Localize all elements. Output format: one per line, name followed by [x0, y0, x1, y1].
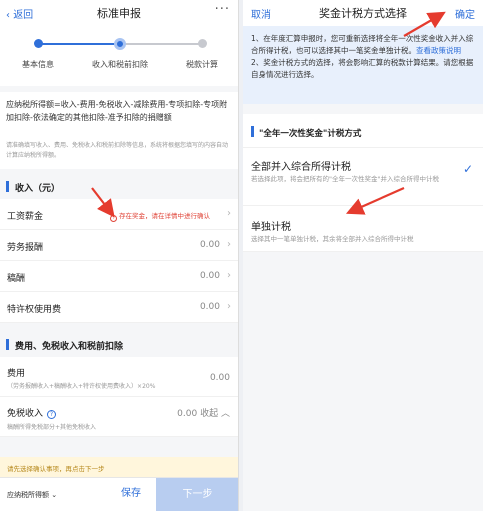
row-sub: 稿酬所得免税部分+其他免税收入 [7, 424, 97, 431]
row-label: 费用 [7, 369, 26, 379]
section-bar [6, 339, 9, 350]
policy-link[interactable]: 查看政策说明 [416, 46, 461, 55]
row-value-wrap: 0.00 收起 ︿ [177, 406, 230, 419]
notice-text-2: 2、奖金计税方式的选择，将会影响汇算的税款计算结果。请您根据自身情况进行选择。 [251, 58, 474, 79]
row-value: 0.00 [199, 271, 220, 281]
tip-banner: 请先选择确认事项，再点击下一步 [0, 457, 238, 477]
check-icon: ✓ [462, 162, 473, 176]
row-label: 劳务报酬 [7, 243, 44, 253]
step-indicator: 基本信息 收入和税前扣除 税款计算 [0, 26, 238, 86]
bonus-method-section-header: "全年一次性奖金"计税方式 [243, 114, 483, 148]
row-value: 0.00 [177, 409, 198, 419]
row-sub: （劳务报酬收入+稿酬收入+特许权使用费收入）×20% [7, 383, 156, 390]
row-label: 工资薪金 [7, 212, 44, 222]
page-title: 标准申报 [97, 7, 141, 20]
step-label-basic: 基本信息 [22, 60, 54, 69]
option-title: 单独计税 [251, 222, 291, 233]
income-row-labor[interactable]: 劳务报酬 0.00 › [0, 230, 238, 261]
income-section-header: 收入（元） [0, 175, 238, 199]
chevron-right-icon: › [227, 239, 231, 250]
section-title: "全年一次性奖金"计税方式 [259, 129, 362, 139]
exempt-row[interactable]: 免税收入? 稿酬所得免税部分+其他免税收入 0.00 收起 ︿ [0, 397, 238, 437]
warning-text: 存在奖金，请在详情中进行确认 [119, 212, 210, 220]
page-title: 奖金计税方式选择 [319, 7, 407, 20]
warning-icon: ! [110, 215, 117, 222]
step-line-todo [120, 43, 202, 45]
income-row-royalty[interactable]: 稿酬 0.00 › [0, 261, 238, 292]
chevron-right-icon: › [227, 208, 231, 219]
right-screen: 取消 奖金计税方式选择 确定 1、在年度汇算申报时，您可重新选择将全年一次性奖金… [243, 0, 483, 511]
option-title: 全部并入综合所得计税 [251, 162, 351, 173]
bottom-bar: 应纳税所得额 ⌄ 保存 下一步 [0, 477, 238, 511]
empty-area [243, 252, 483, 511]
option-combined[interactable]: 全部并入综合所得计税 若选择此项，将会把所有的"全年一次性奖金"并入综合所得中计… [243, 148, 483, 206]
chevron-right-icon: › [227, 301, 231, 312]
row-label: 稿酬 [7, 274, 26, 284]
next-button[interactable]: 下一步 [156, 478, 238, 511]
row-label-wrap: 免税收入? [7, 406, 57, 419]
save-button[interactable]: 保存 [110, 483, 152, 505]
formula-note: 请准确填写收入、费用、免税收入和税前扣除等信息，系统将根据您填写的内容自动计算应… [0, 139, 238, 169]
option-separate[interactable]: 单独计税 选择其中一笔单独计税，其余将全部并入综合所得中计税 [243, 206, 483, 252]
step-dot-income [114, 38, 126, 50]
step-label-income: 收入和税前扣除 [92, 60, 148, 69]
income-row-franchise[interactable]: 特许权使用费 0.00 › [0, 292, 238, 323]
notice-box: 1、在年度汇算申报时，您可重新选择将全年一次性奖金收入并入综合所得计税，也可以选… [243, 26, 483, 104]
section-bar [6, 181, 9, 192]
section-title: 收入（元） [15, 184, 61, 194]
option-desc: 若选择此项，将会把所有的"全年一次性奖金"并入综合所得中计税 [251, 175, 439, 183]
row-label: 免税收入 [7, 409, 44, 419]
chevron-up-icon: ︿ [220, 409, 230, 419]
confirm-button[interactable]: 确定 [455, 6, 475, 21]
help-icon[interactable]: ? [47, 410, 57, 419]
chevron-right-icon: › [227, 270, 231, 281]
row-value: 0.00 [209, 373, 230, 383]
row-label: 特许权使用费 [7, 305, 62, 315]
deduction-section-header: 费用、免税收入和税前扣除 [0, 333, 238, 357]
left-screen: ‹ 返回 标准申报 ··· 基本信息 收入和税前扣除 税款计算 应纳税所得额=收… [0, 0, 239, 511]
income-row-salary[interactable]: 工资薪金 ! 存在奖金，请在详情中进行确认 › [0, 199, 238, 230]
taxable-income-label[interactable]: 应纳税所得额 ⌄ [7, 490, 57, 500]
more-icon[interactable]: ··· [215, 2, 230, 17]
bonus-warning: ! 存在奖金，请在详情中进行确认 [110, 210, 210, 222]
expense-row[interactable]: 费用 （劳务报酬收入+稿酬收入+特许权使用费收入）×20% 0.00 [0, 357, 238, 397]
formula-text: 应纳税所得额=收入-费用-免税收入-减除费用-专项扣除-专项附加扣除-依法确定的… [0, 92, 238, 139]
collapse-toggle[interactable]: 收起 [200, 409, 218, 419]
step-label-tax: 税款计算 [186, 60, 218, 69]
section-bar [251, 126, 254, 137]
step-dot-basic [34, 39, 43, 48]
section-title: 费用、免税收入和税前扣除 [15, 342, 124, 352]
step-line-done [38, 43, 120, 45]
taxable-income-text: 应纳税所得额 [7, 491, 49, 499]
nav-bar: ‹ 返回 标准申报 ··· [0, 0, 238, 26]
nav-bar: 取消 奖金计税方式选择 确定 [243, 0, 483, 26]
row-value: 0.00 [199, 302, 220, 312]
option-desc: 选择其中一笔单独计税，其余将全部并入综合所得中计税 [251, 235, 414, 243]
row-value: 0.00 [199, 240, 220, 250]
chevron-down-icon: ⌄ [51, 491, 58, 499]
step-dot-tax [198, 39, 207, 48]
